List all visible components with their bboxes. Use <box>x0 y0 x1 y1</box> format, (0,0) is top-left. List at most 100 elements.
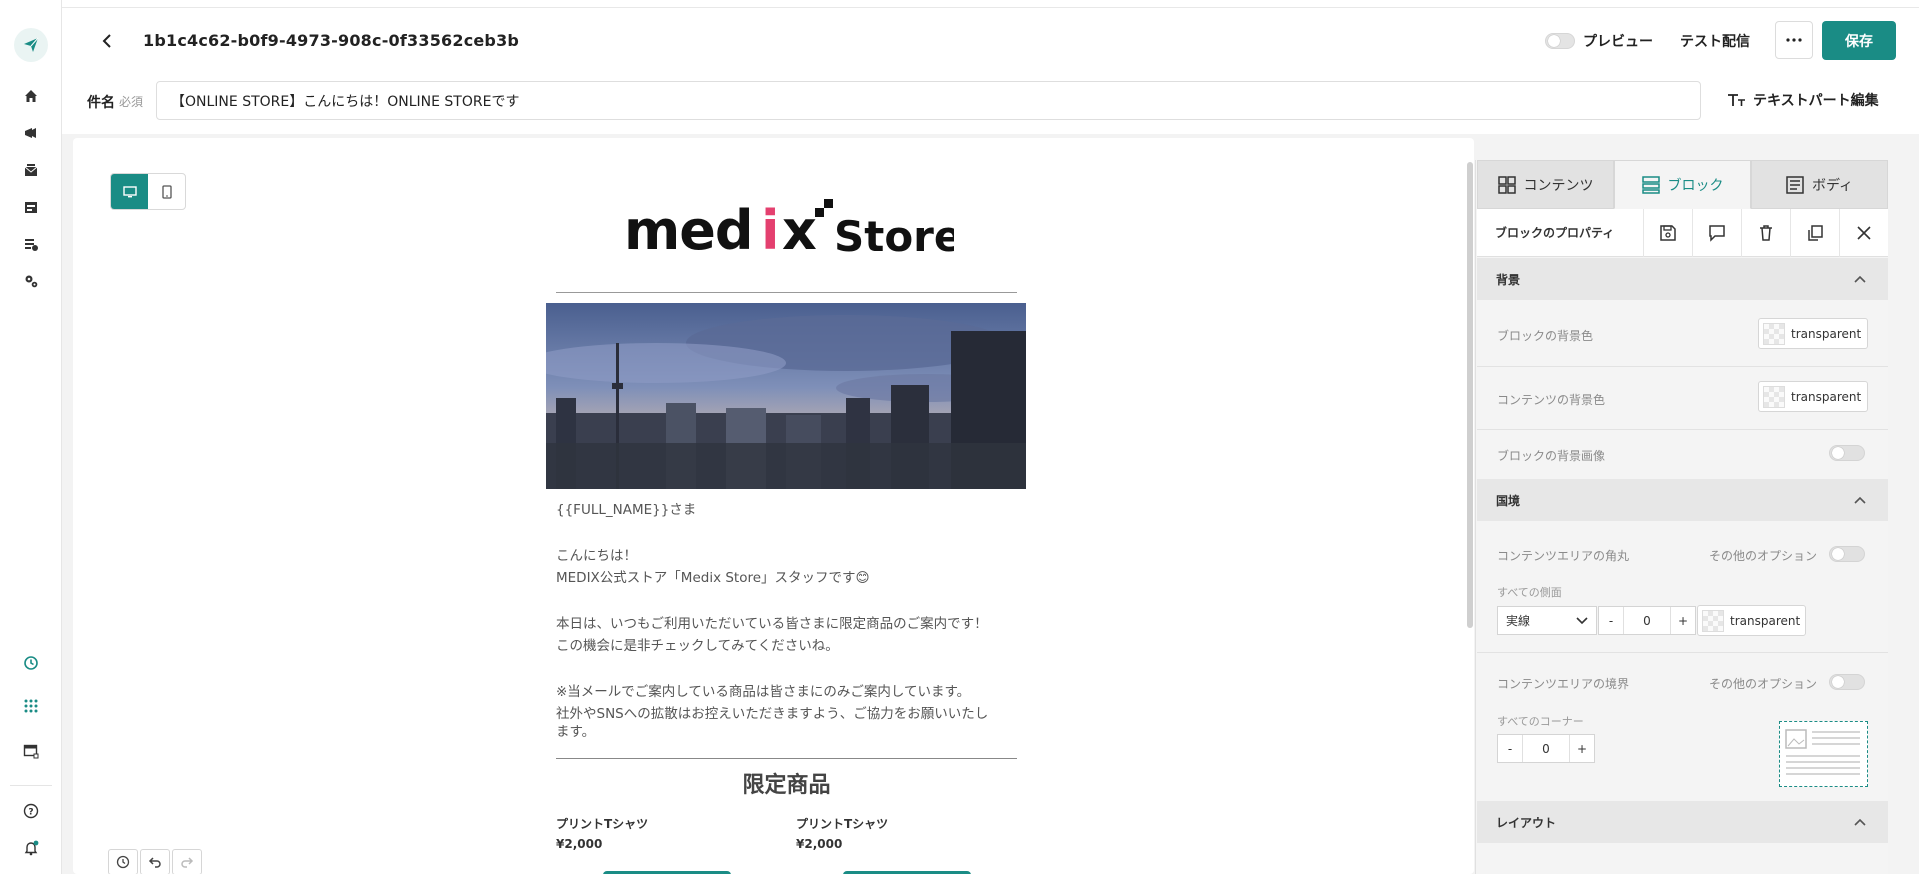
apps-grid-icon[interactable] <box>21 696 41 716</box>
history-icon <box>116 855 130 869</box>
transparent-swatch <box>1763 322 1785 345</box>
history-button[interactable] <box>108 849 138 874</box>
body-line-1: 本日は、いつもご利用いただいている皆さまに限定商品のご案内です！ <box>556 616 988 632</box>
chevron-up-icon <box>1854 496 1866 504</box>
block-properties-label: ブロックのプロパティ <box>1495 226 1615 240</box>
stepper-value[interactable]: 0 <box>1522 735 1570 762</box>
template-icon[interactable] <box>21 197 41 217</box>
hello-text: こんにちは！ <box>556 548 637 564</box>
section-layout-header[interactable]: レイアウト <box>1477 801 1888 843</box>
tab-body[interactable]: ボディ <box>1751 160 1888 209</box>
help-icon[interactable]: ? <box>21 801 41 821</box>
chevron-up-icon <box>1854 275 1866 283</box>
device-toggle[interactable] <box>110 173 186 210</box>
stepper-value[interactable]: 0 <box>1623 607 1671 634</box>
text-format-icon <box>1728 94 1745 106</box>
hero-city-image[interactable] <box>546 303 1026 489</box>
document-id-title: 1b1c4c62-b0f9-4973-908c-0f33562ceb3b <box>143 31 520 50</box>
comment-icon <box>1709 224 1725 242</box>
all-corners-label: すべてのコーナー <box>1497 715 1584 728</box>
home-icon[interactable] <box>21 86 41 106</box>
mobile-icon <box>161 184 172 199</box>
greeting-name: {{FULL_NAME}}さま <box>556 502 697 518</box>
tab-content[interactable]: コンテンツ <box>1477 160 1614 209</box>
desktop-view-button[interactable] <box>111 174 148 209</box>
redo-button[interactable] <box>172 849 202 874</box>
canvas-scrollbar[interactable] <box>1467 162 1473 628</box>
section-border-header[interactable]: 国境 <box>1477 479 1888 521</box>
block-bg-color-label: ブロックの背景色 <box>1497 329 1594 343</box>
megaphone-icon[interactable] <box>21 123 41 143</box>
row-divider <box>1477 366 1888 367</box>
border-other-options-toggle[interactable] <box>1829 674 1865 690</box>
history-icon[interactable] <box>21 653 41 673</box>
svg-text:Store: Store <box>834 212 954 259</box>
note-line-1: ※当メールでご案内している商品は皆さまにのみご案内しています。 <box>556 684 971 700</box>
bg-image-toggle[interactable] <box>1829 445 1865 461</box>
back-chevron-icon[interactable] <box>96 30 118 52</box>
preview-toggle[interactable] <box>1545 33 1575 49</box>
svg-text:x: x <box>782 199 817 259</box>
block-bg-color-picker[interactable]: transparent <box>1758 318 1868 349</box>
decrement-button[interactable]: - <box>1498 735 1522 762</box>
mail-icon[interactable] <box>21 160 41 180</box>
svg-text:i: i <box>761 199 780 259</box>
transparent-swatch <box>1763 385 1785 408</box>
desktop-icon <box>122 185 137 197</box>
corner-radius-stepper[interactable]: - 0 + <box>1497 734 1595 763</box>
save-icon <box>1660 224 1676 241</box>
content-radius-label: コンテンツエリアの角丸 <box>1497 549 1630 563</box>
block-properties-bar: ブロックのプロパティ <box>1477 208 1888 257</box>
body-icon <box>1786 175 1804 194</box>
top-border <box>62 0 1919 8</box>
border-style-select[interactable]: 実線 <box>1497 606 1597 635</box>
section-title: 限定商品 <box>742 773 831 798</box>
window-icon[interactable] <box>21 741 41 761</box>
subject-label: 件名 <box>87 95 115 111</box>
close-panel-button[interactable] <box>1839 208 1888 257</box>
content-bg-color-label: コンテンツの背景色 <box>1497 393 1606 407</box>
decrement-button[interactable]: - <box>1599 607 1623 634</box>
copy-icon <box>1808 224 1823 241</box>
more-options-button[interactable] <box>1775 21 1813 59</box>
divider <box>556 292 1017 293</box>
content-bg-color-picker[interactable]: transparent <box>1758 381 1868 412</box>
app-logo-icon[interactable] <box>14 28 48 62</box>
corner-preview-thumbnail <box>1779 721 1868 787</box>
text-part-edit-button[interactable]: テキストパート編集 <box>1727 90 1879 110</box>
text-part-edit-label: テキストパート編集 <box>1753 93 1879 109</box>
mobile-view-button[interactable] <box>148 174 185 209</box>
panel-tabs: コンテンツ ブロック ボディ <box>1477 160 1888 209</box>
save-block-button[interactable] <box>1643 208 1692 257</box>
undo-button[interactable] <box>140 849 170 874</box>
left-sidebar: ? <box>0 0 62 874</box>
svg-text:med: med <box>624 199 753 259</box>
transparent-swatch <box>1702 609 1724 632</box>
body-line-2: この機会に是非チェックしてみてくださいね。 <box>556 638 839 654</box>
ellipsis-icon <box>1786 38 1802 42</box>
delete-button[interactable] <box>1741 208 1790 257</box>
increment-button[interactable]: + <box>1671 607 1695 634</box>
border-color-picker[interactable]: transparent <box>1697 605 1806 636</box>
section-background-header[interactable]: 背景 <box>1477 258 1888 300</box>
subject-input[interactable]: 【ONLINE STORE】こんにちは！ONLINE STOREです <box>156 81 1701 120</box>
border-width-stepper[interactable]: - 0 + <box>1598 606 1696 635</box>
product-name: プリントTシャツ <box>796 817 889 831</box>
increment-button[interactable]: + <box>1570 735 1594 762</box>
undo-icon <box>148 857 161 868</box>
comment-button[interactable] <box>1692 208 1741 257</box>
gears-icon[interactable] <box>21 271 41 291</box>
tab-block[interactable]: ブロック <box>1614 160 1751 209</box>
note-line-3: ます。 <box>556 724 596 740</box>
duplicate-button[interactable] <box>1790 208 1839 257</box>
redo-icon <box>181 857 194 868</box>
preview-toggle-group[interactable]: プレビュー <box>1545 30 1653 52</box>
save-button[interactable]: 保存 <box>1822 21 1896 60</box>
all-sides-label: すべての側面 <box>1497 586 1562 599</box>
test-send-button[interactable]: テスト配信 <box>1667 22 1763 60</box>
list-settings-icon[interactable] <box>21 234 41 254</box>
note-line-2: 社外やSNSへの拡散はお控えいただきますよう、ご協力をお願いいたし <box>556 706 989 722</box>
radius-other-options-toggle[interactable] <box>1829 546 1865 562</box>
notification-bell-icon[interactable] <box>21 838 41 858</box>
chevron-up-icon <box>1854 818 1866 826</box>
